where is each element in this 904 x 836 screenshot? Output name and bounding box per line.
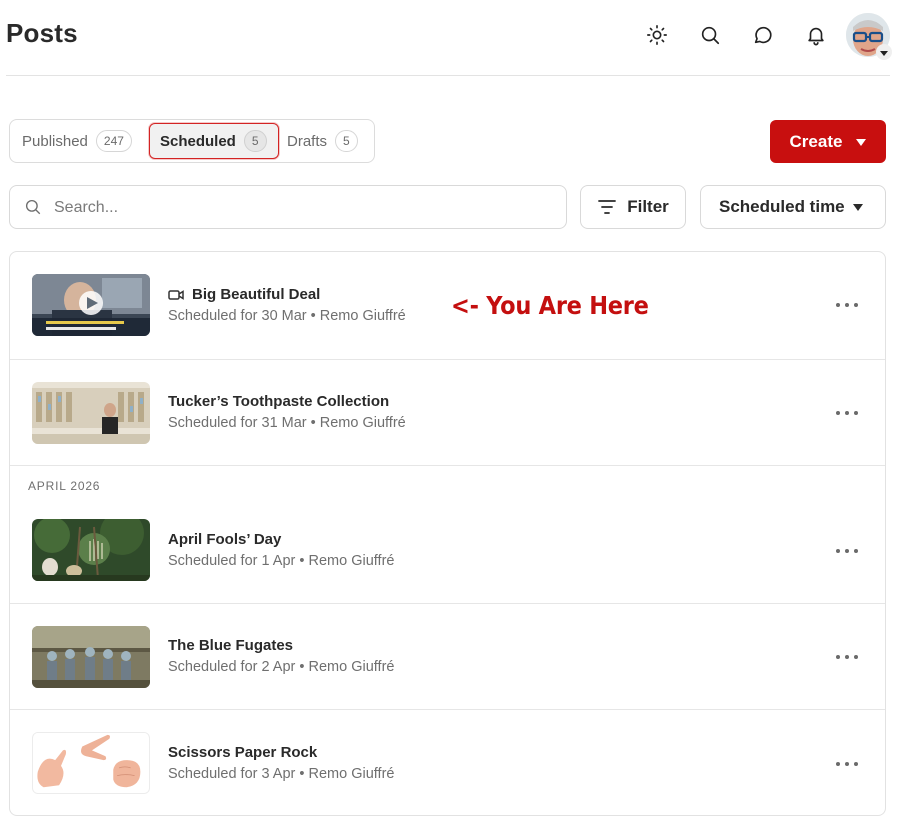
list-item[interactable]: Scissors Paper Rock Scheduled for 3 Apr …: [10, 709, 885, 815]
post-meta: Scheduled for 2 Apr • Remo Giuffré: [168, 659, 395, 675]
search-icon[interactable]: [697, 22, 723, 48]
filter-button-label: Filter: [627, 197, 669, 216]
chevron-down-icon[interactable]: [876, 44, 892, 60]
more-options-button[interactable]: [836, 652, 858, 662]
post-title[interactable]: April Fools’ Day: [168, 531, 281, 548]
tab-label: Scheduled: [160, 132, 236, 150]
filter-button[interactable]: Filter: [580, 185, 686, 229]
more-options-button[interactable]: [836, 546, 858, 556]
filter-icon: [598, 200, 617, 214]
post-meta: Scheduled for 3 Apr • Remo Giuffré: [168, 766, 395, 782]
post-meta: Scheduled for 30 Mar • Remo Giuffré: [168, 308, 406, 324]
tab-label: Drafts: [287, 132, 328, 150]
top-bar: Posts: [0, 0, 904, 76]
chat-bubble-icon[interactable]: [750, 22, 776, 48]
post-title[interactable]: The Blue Fugates: [168, 637, 293, 654]
tab-published[interactable]: Published 247: [12, 123, 142, 159]
tab-count: 5: [243, 130, 267, 152]
more-options-button[interactable]: [836, 759, 858, 769]
bell-icon[interactable]: [803, 22, 829, 48]
post-title-text: Big Beautiful Deal: [192, 286, 321, 303]
header-divider: [6, 75, 890, 76]
search-icon: [25, 199, 41, 215]
post-title[interactable]: Tucker’s Toothpaste Collection: [168, 393, 389, 410]
search-box: [9, 185, 567, 229]
search-input[interactable]: [54, 194, 554, 222]
post-meta: Scheduled for 31 Mar • Remo Giuffré: [168, 415, 406, 431]
post-status-tabs: Published 247 Scheduled 5 Drafts 5: [9, 119, 375, 163]
create-button-label: Create: [789, 131, 843, 151]
video-camera-icon: [168, 289, 184, 300]
family-photo-thumbnail: [32, 626, 150, 688]
video-thumbnail: [32, 274, 150, 336]
tab-count: 247: [95, 130, 132, 152]
sun-icon[interactable]: [644, 22, 670, 48]
post-title[interactable]: Scissors Paper Rock: [168, 744, 317, 761]
sort-dropdown[interactable]: Scheduled time: [700, 185, 886, 229]
caret-down-icon: [853, 204, 863, 211]
tab-label: Published: [22, 132, 88, 150]
sort-dropdown-label: Scheduled time: [719, 197, 845, 216]
post-title[interactable]: Big Beautiful Deal: [168, 286, 320, 303]
post-meta: Scheduled for 1 Apr • Remo Giuffré: [168, 553, 395, 569]
store-shelves-thumbnail: [32, 382, 150, 444]
tab-scheduled[interactable]: Scheduled 5: [149, 123, 279, 159]
spaghetti-tree-thumbnail: [32, 519, 150, 581]
list-item[interactable]: April Fools’ Day Scheduled for 1 Apr • R…: [10, 465, 885, 603]
more-options-button[interactable]: [836, 300, 858, 310]
list-item[interactable]: Tucker’s Toothpaste Collection Scheduled…: [10, 359, 885, 465]
tab-count: 5: [335, 130, 358, 152]
list-item[interactable]: Big Beautiful Deal Scheduled for 30 Mar …: [10, 252, 885, 359]
posts-list: Big Beautiful Deal Scheduled for 30 Mar …: [9, 251, 886, 816]
more-options-button[interactable]: [836, 408, 858, 418]
tab-drafts[interactable]: Drafts 5: [277, 123, 368, 159]
create-button[interactable]: Create: [770, 120, 886, 163]
page-title: Posts: [6, 18, 78, 48]
list-item[interactable]: The Blue Fugates Scheduled for 2 Apr • R…: [10, 603, 885, 709]
hand-gestures-thumbnail: [32, 732, 150, 794]
annotation-label: <- You Are Here: [451, 291, 649, 320]
caret-down-icon: [856, 138, 867, 146]
